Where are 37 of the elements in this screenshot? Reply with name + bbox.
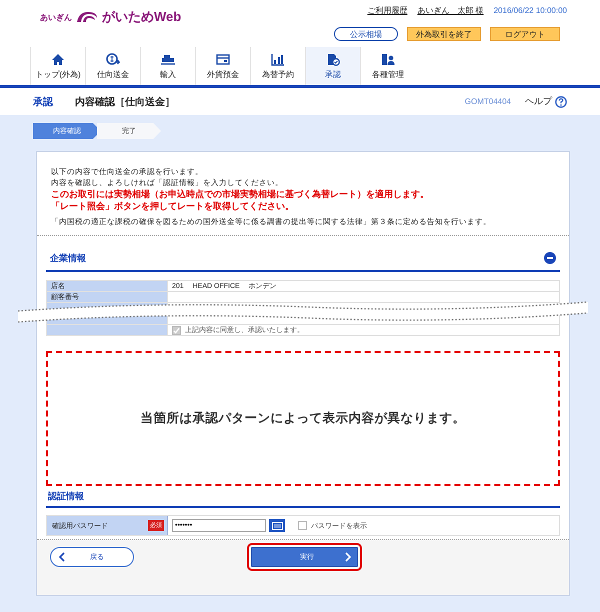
nav-tab[interactable]: 承認	[305, 47, 360, 85]
nav-tab[interactable]: 各種管理	[360, 47, 415, 85]
screen-code: GOMT04404	[464, 97, 511, 106]
check-icon	[173, 326, 180, 334]
nav-tab[interactable]: 仕向送金	[85, 47, 140, 85]
nav-tab[interactable]: 外貨預金	[195, 47, 250, 85]
header-button[interactable]: ログアウト	[490, 27, 560, 41]
section-heading: 認証情報	[48, 490, 84, 503]
header-button[interactable]: 外為取引を終了	[407, 27, 481, 41]
logo-icon	[75, 10, 99, 24]
warning-text: 「レート照会」ボタンを押してレートを取得してください。	[51, 200, 295, 212]
section-heading: 企業情報	[50, 252, 86, 264]
home-icon	[51, 52, 65, 66]
warning-text: このお取引には実勢相場（お申込時点での市場実勢相場に基づく為替レート）を適用します。	[51, 188, 430, 200]
header-link[interactable]: ご利用履歴	[367, 5, 408, 16]
nav-tab[interactable]: トップ(外為)	[30, 47, 85, 85]
keyboard-icon	[272, 522, 282, 530]
login-datetime: 2016/06/22 10:00:00	[494, 6, 567, 15]
help-link[interactable]: ヘルプ	[525, 95, 567, 108]
annotation-text: 当箇所は承認パターンによって表示内容が異なります。	[140, 410, 466, 427]
nav-tab[interactable]: 輸入	[140, 47, 195, 85]
keyboard-button[interactable]	[269, 519, 285, 532]
document-check-icon	[326, 52, 340, 66]
chevron-left-icon	[59, 552, 65, 562]
header-link[interactable]: あいぎん 太郎 様	[417, 5, 484, 16]
rates-button[interactable]: 公示相場	[334, 27, 398, 41]
logo-text: がいためWeb	[102, 8, 182, 26]
collapse-icon[interactable]	[544, 252, 556, 264]
card-icon	[216, 52, 230, 66]
chevron-right-icon	[345, 552, 351, 562]
help-icon	[555, 96, 567, 108]
bar-chart-icon	[271, 52, 285, 66]
person-card-icon	[381, 52, 395, 66]
page-title: 内容確認［仕向送金］	[75, 95, 175, 108]
logo-text: あいぎん	[40, 12, 72, 22]
section-title: 承認	[33, 96, 53, 108]
ship-icon	[161, 52, 175, 66]
